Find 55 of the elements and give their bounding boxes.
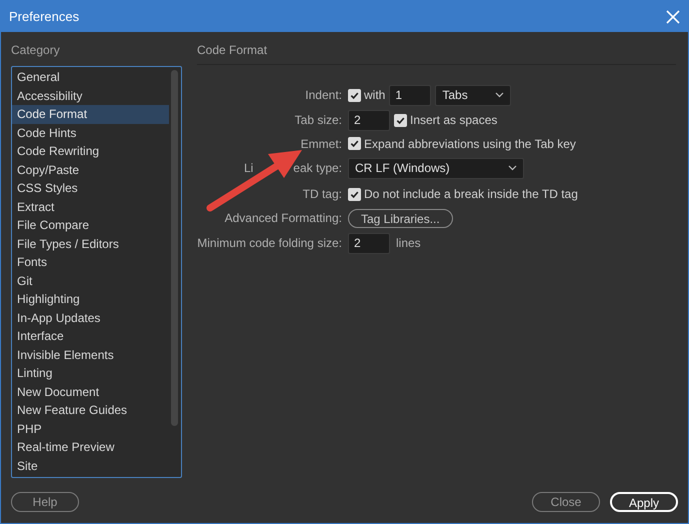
- field-label: Advanced Formatting:: [224, 210, 342, 227]
- sidebar-item[interactable]: New Feature Guides: [12, 401, 169, 420]
- sidebar-item[interactable]: Highlighting: [12, 290, 169, 308]
- dropdown[interactable]: CR LF (Windows): [348, 158, 524, 178]
- field-label: Emmet:: [300, 136, 342, 152]
- checkbox[interactable]: [348, 188, 361, 200]
- dialog-button[interactable]: Help: [11, 492, 79, 512]
- sidebar-item[interactable]: Site: [12, 456, 169, 475]
- field-label: eak type:: [293, 160, 342, 177]
- checkbox-label: with: [364, 87, 386, 104]
- checkbox-label: Insert as spaces: [410, 112, 498, 129]
- field-label: TD tag:: [302, 186, 342, 203]
- sidebar-item[interactable]: Linting: [12, 364, 169, 382]
- sidebar-item[interactable]: CSS Styles: [12, 179, 169, 198]
- checkbox[interactable]: [348, 137, 361, 150]
- sidebar-item[interactable]: File Types / Editors: [12, 234, 169, 253]
- checkbox[interactable]: [348, 88, 361, 102]
- tag-libraries-button[interactable]: Tag Libraries...: [348, 208, 453, 228]
- input-field[interactable]: 2: [348, 232, 390, 254]
- checkbox-label: Expand abbreviations using the Tab key: [364, 136, 576, 152]
- sidebar-item[interactable]: Fonts: [12, 253, 169, 272]
- dialog-button[interactable]: Close: [532, 492, 600, 512]
- sidebar-item[interactable]: Invisible Elements: [12, 346, 169, 364]
- sidebar-item[interactable]: Real-time Preview: [12, 438, 169, 456]
- sidebar-item[interactable]: Accessibility: [12, 86, 169, 105]
- field-label: Li: [244, 160, 254, 177]
- close-icon[interactable]: [666, 10, 680, 24]
- sidebar-item[interactable]: Interface: [12, 327, 169, 346]
- unit-label: lines: [396, 235, 421, 252]
- panel-title: Code Format: [197, 42, 268, 58]
- sidebar-item[interactable]: Git: [12, 272, 169, 290]
- chevron-down-icon: [508, 165, 517, 171]
- sidebar-item[interactable]: Code Rewriting: [12, 142, 169, 160]
- input-field[interactable]: 2: [348, 110, 390, 130]
- checkbox-label: Do not include a break inside the TD tag: [364, 186, 578, 203]
- scrollbar[interactable]: [171, 70, 178, 426]
- sidebar-item[interactable]: In-App Updates: [12, 308, 169, 327]
- sidebar-item[interactable]: Code Hints: [12, 124, 169, 142]
- sidebar-item[interactable]: PHP: [12, 420, 169, 438]
- window-title: Preferences: [9, 8, 80, 26]
- dropdown[interactable]: Tabs: [435, 84, 512, 106]
- field-label: Tab size:: [294, 112, 342, 129]
- sidebar-item[interactable]: Code Format: [12, 105, 169, 124]
- chevron-down-icon: [495, 92, 504, 98]
- apply-button[interactable]: Apply: [610, 492, 678, 512]
- sidebar-item[interactable]: New Document: [12, 382, 169, 401]
- sidebar-item[interactable]: Copy/Paste: [12, 160, 169, 179]
- field-label: Indent:: [305, 87, 342, 104]
- sidebar-item[interactable]: Extract: [12, 198, 169, 216]
- sidebar-item[interactable]: General: [12, 68, 169, 86]
- checkbox[interactable]: [394, 114, 407, 126]
- input-field[interactable]: 1: [389, 84, 432, 106]
- sidebar-heading: Category: [11, 42, 60, 58]
- sidebar-item[interactable]: File Compare: [12, 216, 169, 234]
- field-label: Minimum code folding size:: [197, 235, 342, 252]
